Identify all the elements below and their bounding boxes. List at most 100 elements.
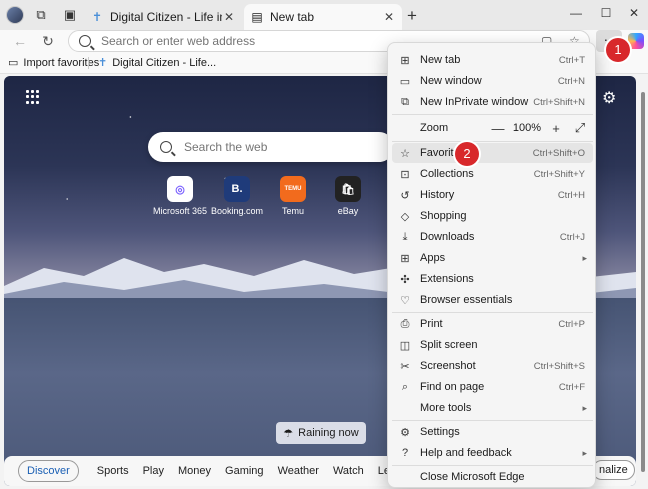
new-tab-button[interactable]: + bbox=[407, 6, 417, 26]
menu-item-print[interactable]: ⎙ Print Ctrl+P bbox=[392, 314, 593, 334]
menu-item-shortcut: Ctrl+F bbox=[558, 381, 585, 393]
tab-digital-citizen[interactable]: ✝ Digital Citizen - Life in a digital w … bbox=[84, 4, 242, 30]
menu-item-label: Settings bbox=[420, 426, 460, 438]
menu-item-new-window[interactable]: ▭ New window Ctrl+N bbox=[392, 71, 593, 91]
personalize-button[interactable]: nalize bbox=[592, 460, 635, 480]
quick-link-ebay[interactable]: 🛍 eBay bbox=[318, 176, 378, 216]
split-screen-icon: ◫ bbox=[399, 339, 411, 352]
zoom-value: 100% bbox=[512, 122, 542, 134]
menu-item-label: Screenshot bbox=[420, 360, 476, 372]
fullscreen-icon[interactable]: ⤢ bbox=[571, 120, 589, 136]
menu-item-new-tab[interactable]: ⊞ New tab Ctrl+T bbox=[392, 50, 593, 70]
quick-link-temu[interactable]: TEMU Temu bbox=[263, 176, 323, 216]
new-window-icon: ▭ bbox=[399, 75, 411, 88]
tab-title: New tab bbox=[270, 10, 315, 24]
workspaces-icon[interactable]: ⧉ bbox=[33, 7, 49, 23]
digital-citizen-favicon-icon: ✝ bbox=[91, 10, 103, 24]
tab-sports[interactable]: Sports bbox=[97, 465, 129, 477]
menu-item-shortcut: Ctrl+Shift+N bbox=[533, 96, 585, 108]
zoom-out-button[interactable]: — bbox=[489, 121, 507, 136]
temu-icon: TEMU bbox=[280, 176, 306, 202]
web-search-box[interactable] bbox=[148, 132, 394, 162]
close-window-button[interactable]: ✕ bbox=[624, 6, 644, 20]
settings-and-more-menu: ⊞ New tab Ctrl+T ▭ New window Ctrl+N ⧉ N… bbox=[387, 42, 596, 488]
menu-item-split-screen[interactable]: ◫ Split screen bbox=[392, 335, 593, 355]
weather-button[interactable]: ☂ Raining now bbox=[276, 422, 366, 444]
tab-weather[interactable]: Weather bbox=[278, 465, 319, 477]
refresh-icon[interactable]: ↻ bbox=[38, 31, 58, 51]
page-settings-gear-icon[interactable]: ⚙ bbox=[602, 88, 616, 108]
tab-new-tab[interactable]: ▤ New tab ✕ bbox=[244, 4, 402, 30]
inprivate-icon: ⧉ bbox=[401, 95, 409, 108]
menu-item-label: Print bbox=[420, 318, 443, 330]
back-arrow-icon[interactable]: ← bbox=[10, 31, 30, 51]
find-icon: ⌕ bbox=[401, 380, 409, 393]
scissors-icon: ✂ bbox=[400, 360, 410, 373]
menu-item-label: Downloads bbox=[420, 231, 475, 243]
vertical-tabs-icon[interactable]: ▣ bbox=[62, 7, 78, 23]
web-search-input[interactable] bbox=[184, 140, 364, 154]
menu-item-settings[interactable]: ⚙ Settings bbox=[392, 422, 593, 442]
menu-item-help-and-feedback[interactable]: ? Help and feedback ▸ bbox=[392, 443, 593, 463]
minimize-button[interactable]: — bbox=[566, 6, 586, 20]
help-icon: ? bbox=[401, 447, 409, 459]
chevron-right-icon: ▸ bbox=[582, 252, 587, 263]
microsoft-365-icon: ◎ bbox=[167, 176, 193, 202]
menu-item-label: New tab bbox=[420, 54, 461, 66]
tab-watch[interactable]: Watch bbox=[333, 465, 364, 477]
menu-item-browser-essentials[interactable]: ♡ Browser essentials bbox=[392, 290, 593, 310]
menu-item-apps[interactable]: ⊞ Apps ▸ bbox=[392, 248, 593, 268]
menu-item-history[interactable]: ↺ History Ctrl+H bbox=[392, 185, 593, 205]
profile-avatar[interactable] bbox=[6, 6, 24, 24]
page-scrollbar[interactable] bbox=[639, 76, 647, 486]
close-tab-icon[interactable]: ✕ bbox=[222, 10, 236, 24]
zoom-label: Zoom bbox=[420, 122, 449, 134]
menu-item-screenshot[interactable]: ✂ Screenshot Ctrl+Shift+S bbox=[392, 356, 593, 376]
new-tab-icon: ⊞ bbox=[400, 54, 410, 67]
menu-item-close-edge[interactable]: Close Microsoft Edge bbox=[392, 467, 593, 487]
heart-pulse-icon: ♡ bbox=[400, 294, 410, 307]
menu-item-new-inprivate-window[interactable]: ⧉ New InPrivate window Ctrl+Shift+N bbox=[392, 92, 593, 112]
digital-citizen-favorite[interactable]: ✝ Digital Citizen - Life... bbox=[98, 56, 216, 70]
menu-item-label: Apps bbox=[420, 252, 446, 264]
menu-divider bbox=[392, 141, 593, 142]
app-launcher-icon[interactable] bbox=[26, 90, 40, 104]
ebay-icon: 🛍 bbox=[335, 176, 361, 202]
quick-link-microsoft-365[interactable]: ◎ Microsoft 365 bbox=[150, 176, 210, 216]
menu-item-shortcut: Ctrl+Shift+O bbox=[532, 147, 585, 159]
menu-item-shortcut: Ctrl+H bbox=[557, 189, 585, 201]
menu-item-collections[interactable]: ⊡ Collections Ctrl+Shift+Y bbox=[392, 164, 593, 184]
zoom-row: Zoom — 100% + ⤢ bbox=[392, 116, 593, 140]
menu-item-label: Shopping bbox=[420, 210, 467, 222]
menu-item-label: Extensions bbox=[420, 273, 474, 285]
tab-discover[interactable]: Discover bbox=[18, 460, 79, 482]
import-favorites-link[interactable]: ▭ Import favorites bbox=[8, 56, 99, 70]
tab-gaming[interactable]: Gaming bbox=[225, 465, 264, 477]
menu-item-downloads[interactable]: ⤓ Downloads Ctrl+J bbox=[392, 227, 593, 247]
divider bbox=[88, 57, 89, 69]
quick-link-booking[interactable]: B. Booking.com bbox=[207, 176, 267, 216]
tab-strip: ⧉ ▣ ✝ Digital Citizen - Life in a digita… bbox=[0, 0, 648, 30]
tag-icon: ◇ bbox=[400, 210, 410, 223]
tab-play[interactable]: Play bbox=[143, 465, 164, 477]
menu-item-label: Help and feedback bbox=[420, 447, 512, 459]
menu-divider bbox=[392, 312, 593, 313]
menu-divider bbox=[392, 114, 593, 115]
menu-divider bbox=[392, 465, 593, 466]
copilot-icon[interactable] bbox=[628, 33, 644, 49]
menu-item-favorites[interactable]: ☆ Favorites Ctrl+Shift+O bbox=[392, 143, 593, 163]
download-icon: ⤓ bbox=[402, 230, 408, 243]
menu-item-label: History bbox=[420, 189, 455, 201]
menu-item-more-tools[interactable]: More tools ▸ bbox=[392, 398, 593, 418]
close-tab-icon[interactable]: ✕ bbox=[382, 10, 396, 24]
menu-item-find-on-page[interactable]: ⌕ Find on page Ctrl+F bbox=[392, 377, 593, 397]
menu-item-shortcut: Ctrl+Shift+S bbox=[533, 360, 585, 372]
chevron-right-icon: ▸ bbox=[582, 447, 587, 458]
maximize-button[interactable]: ☐ bbox=[596, 6, 616, 20]
menu-item-extensions[interactable]: ✣ Extensions bbox=[392, 269, 593, 289]
menu-item-shopping[interactable]: ◇ Shopping bbox=[392, 206, 593, 226]
zoom-in-button[interactable]: + bbox=[547, 121, 565, 136]
menu-item-label: Close Microsoft Edge bbox=[420, 471, 525, 483]
tab-money[interactable]: Money bbox=[178, 465, 211, 477]
scrollbar-thumb[interactable] bbox=[641, 92, 645, 472]
